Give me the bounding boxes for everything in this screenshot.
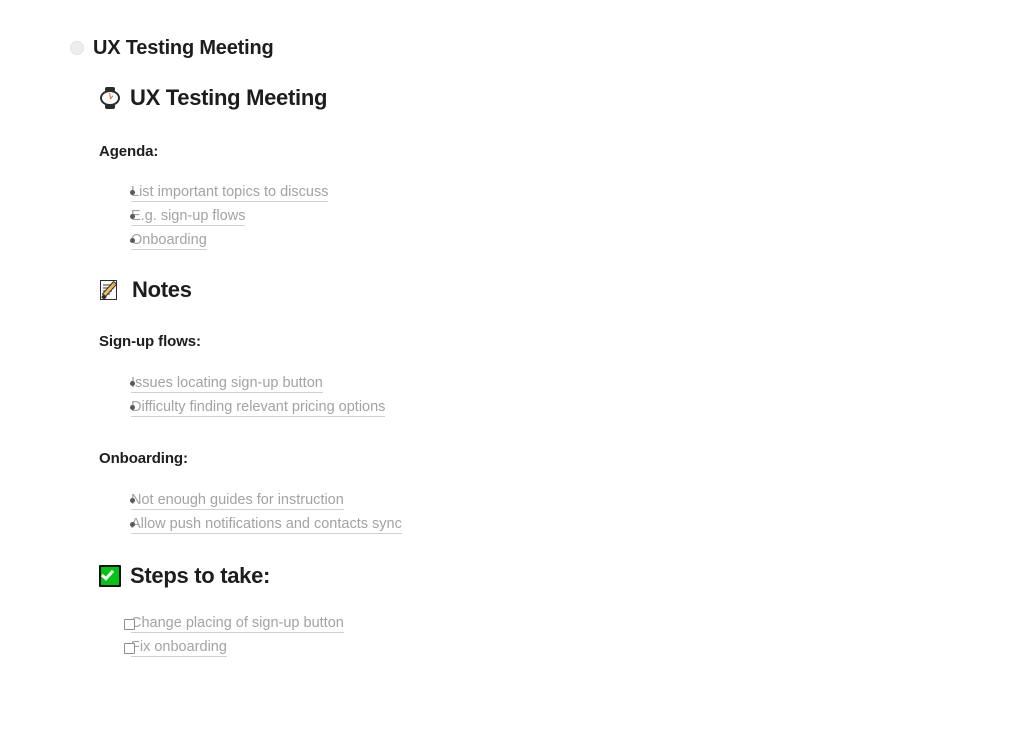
white-check-mark-icon — [99, 565, 121, 588]
list-item-label[interactable]: Difficulty finding relevant pricing opti… — [131, 400, 386, 417]
list-item-label[interactable]: Issues locating sign-up button — [131, 376, 323, 393]
document-page: UX Testing Meeting UX Testing Meeting Ag… — [0, 0, 1024, 736]
watch-icon — [99, 87, 121, 110]
section-agenda: Agenda: List important topics to discuss… — [99, 143, 959, 252]
list-item-label[interactable]: Fix onboarding — [131, 640, 227, 657]
section-heading-agenda: Agenda: — [99, 143, 159, 161]
page-title: UX Testing Meeting — [93, 37, 274, 59]
list-item[interactable]: Not enough guides for instruction — [99, 488, 959, 512]
section-signup-flows: Sign-up flows: Issues locating sign-up b… — [99, 333, 959, 419]
list-item-label[interactable]: Change placing of sign-up button — [131, 616, 344, 633]
list-item[interactable]: Onboarding — [99, 228, 959, 252]
section-heading-notes: Notes — [132, 277, 192, 303]
section-heading-signup-flows: Sign-up flows: — [99, 333, 201, 351]
document-title: UX Testing Meeting — [130, 85, 328, 110]
memo-icon — [99, 278, 123, 302]
list-item-label[interactable]: Onboarding — [131, 233, 207, 250]
list-item-label[interactable]: List important topics to discuss — [131, 185, 329, 202]
circle-toggle-icon[interactable] — [70, 41, 84, 55]
agenda-list: List important topics to discuss E.g. si… — [99, 180, 959, 252]
list-item[interactable]: Allow push notifications and contacts sy… — [99, 512, 959, 536]
document-title-row: UX Testing Meeting — [99, 85, 959, 110]
list-item[interactable]: Fix onboarding — [99, 637, 959, 661]
section-steps-to-take: Steps to take: — [99, 564, 959, 588]
section-onboarding: Onboarding: Not enough guides for instru… — [99, 450, 959, 536]
document-body: UX Testing Meeting Agenda: List importan… — [99, 82, 959, 661]
onboarding-list: Not enough guides for instruction Allow … — [99, 488, 959, 536]
list-item-label[interactable]: E.g. sign-up flows — [131, 209, 246, 226]
list-item-label[interactable]: Allow push notifications and contacts sy… — [131, 517, 402, 534]
checkbox[interactable] — [124, 618, 135, 630]
list-item[interactable]: List important topics to discuss — [99, 180, 959, 204]
list-item[interactable]: Issues locating sign-up button — [99, 371, 959, 395]
page-title-row: UX Testing Meeting — [70, 37, 274, 59]
list-item[interactable]: Change placing of sign-up button — [99, 613, 959, 637]
steps-to-take-list: Change placing of sign-up button Fix onb… — [99, 613, 959, 661]
list-item-label[interactable]: Not enough guides for instruction — [131, 493, 344, 510]
list-item[interactable]: Difficulty finding relevant pricing opti… — [99, 395, 959, 419]
section-heading-onboarding: Onboarding: — [99, 450, 188, 468]
checkbox[interactable] — [124, 642, 135, 654]
list-item[interactable]: E.g. sign-up flows — [99, 204, 959, 228]
section-heading-steps-to-take: Steps to take: — [130, 563, 271, 589]
section-notes: Notes — [99, 277, 959, 303]
signup-flows-list: Issues locating sign-up button Difficult… — [99, 371, 959, 419]
